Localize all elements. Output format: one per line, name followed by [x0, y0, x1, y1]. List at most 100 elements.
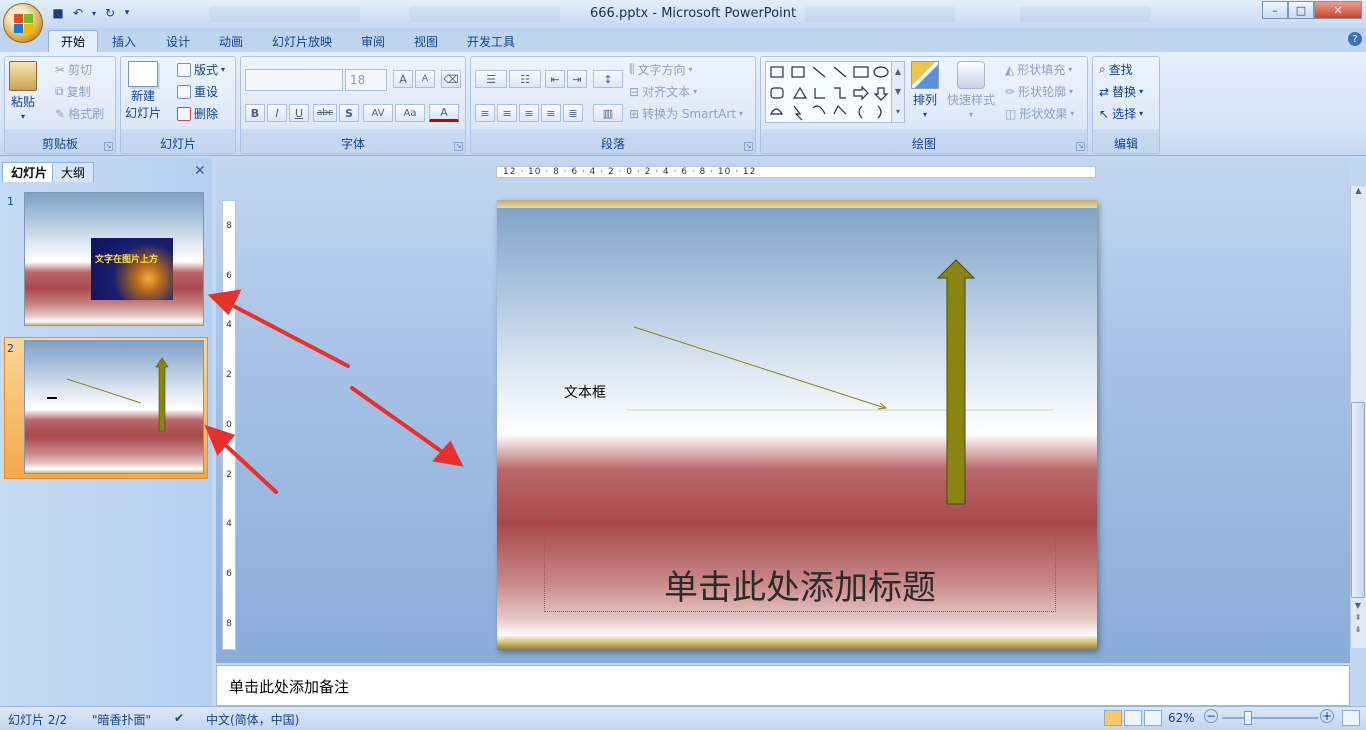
paste-button[interactable]: 粘贴 ▾ — [9, 61, 37, 121]
bullets-icon[interactable]: ☰ — [475, 70, 507, 88]
increase-indent-icon[interactable]: ⇥ — [567, 70, 587, 88]
replace-button[interactable]: ⇄ 替换 ▾ — [1099, 83, 1143, 100]
slide-sorter-icon[interactable] — [1124, 710, 1142, 726]
undo-icon[interactable]: ↶ — [70, 5, 86, 21]
dialog-launcher-icon[interactable]: ↘ — [454, 142, 463, 151]
tab-home[interactable]: 开始 — [48, 30, 99, 52]
tab-slides[interactable]: 幻灯片 — [2, 162, 57, 182]
cut-button[interactable]: ✂ 剪切 — [55, 61, 92, 78]
text-direction-button[interactable]: ⫼ 文字方向 ▾ — [629, 61, 693, 78]
tab-insert[interactable]: 插入 — [100, 30, 148, 52]
delete-slide-button[interactable]: 删除 — [177, 105, 218, 122]
slide[interactable]: 文本框 单击此处添加标题 — [497, 200, 1097, 650]
tab-developer[interactable]: 开发工具 — [455, 30, 527, 52]
minimize-button[interactable]: – — [1262, 1, 1288, 19]
scroll-up-icon[interactable]: ▲ — [1351, 186, 1366, 195]
select-button[interactable]: ↖ 选择 ▾ — [1099, 105, 1143, 122]
scrollbar-thumb[interactable] — [1351, 402, 1365, 598]
quick-styles-button[interactable]: 快速样式 ▾ — [947, 61, 995, 119]
slideshow-icon[interactable] — [1144, 710, 1162, 726]
up-arrow-shape[interactable] — [936, 259, 976, 505]
bold-button[interactable]: B — [245, 104, 265, 122]
language[interactable]: 中文(简体，中国) — [206, 711, 299, 728]
find-button[interactable]: ⌕ 查找 — [1099, 61, 1133, 78]
font-color-button[interactable]: A — [429, 104, 459, 122]
normal-view-icon[interactable] — [1104, 710, 1122, 726]
align-text-button[interactable]: ⊟ 对齐文本 ▾ — [629, 83, 697, 100]
arrange-button[interactable]: 排列 ▾ — [911, 61, 939, 119]
font-name-combo[interactable] — [245, 69, 343, 91]
gallery-scroll[interactable]: ▲ ▼ ▾ — [891, 61, 905, 123]
tab-design[interactable]: 设计 — [154, 30, 202, 52]
ruler-tick-label: 6 — [226, 270, 232, 281]
smartart-button[interactable]: ⊞ 转换为 SmartArt ▾ — [629, 105, 743, 122]
close-panel-icon[interactable]: ✕ — [194, 163, 206, 179]
font-size-combo[interactable]: 18 — [345, 69, 387, 91]
shape-fill-label: 形状填充 — [1017, 63, 1066, 77]
decrease-indent-icon[interactable]: ⇤ — [545, 70, 565, 88]
slide-thumbnail-1[interactable]: 文字在图片上方 — [24, 192, 204, 326]
tab-animations[interactable]: 动画 — [207, 30, 255, 52]
clear-format-icon[interactable]: ⌫ — [441, 70, 461, 88]
justify-icon[interactable]: ≡ — [541, 104, 561, 122]
shrink-font-button[interactable]: A — [415, 70, 435, 88]
slide-number: 1 — [7, 195, 14, 208]
title-placeholder[interactable]: 单击此处添加标题 — [544, 514, 1056, 612]
spellcheck-icon[interactable]: ✔ — [174, 711, 184, 725]
dialog-launcher-icon[interactable]: ↘ — [104, 142, 113, 151]
dropdown-arrow-icon[interactable]: ▾ — [90, 5, 98, 21]
status-bar: 幻灯片 2/2 "暗香扑面" ✔ 中文(简体，中国) 62% − + — [0, 706, 1366, 730]
distributed-icon[interactable]: ≣ — [563, 104, 583, 122]
format-painter-button[interactable]: ✎ 格式刷 — [55, 105, 104, 122]
zoom-slider-thumb[interactable] — [1244, 711, 1252, 725]
zoom-level[interactable]: 62% — [1168, 711, 1195, 725]
line-spacing-icon[interactable]: ↕ — [593, 70, 623, 88]
tab-view[interactable]: 视图 — [402, 30, 450, 52]
underline-button[interactable]: U — [289, 104, 309, 122]
maximize-button[interactable]: □ — [1288, 1, 1314, 19]
strikethrough-button[interactable]: abc — [313, 104, 337, 122]
layout-button[interactable]: 版式 ▾ — [177, 61, 225, 78]
line-arrow-shape[interactable] — [633, 326, 886, 409]
copy-button[interactable]: ⧉ 复制 — [55, 83, 91, 100]
reset-button[interactable]: 重设 — [177, 83, 218, 100]
zoom-in-button[interactable]: + — [1320, 709, 1334, 723]
dialog-launcher-icon[interactable]: ↘ — [744, 142, 753, 151]
shadow-button[interactable]: S — [339, 104, 359, 122]
new-slide-button[interactable]: 新建 幻灯片 — [125, 61, 161, 121]
tab-slideshow[interactable]: 幻灯片放映 — [260, 30, 344, 52]
tab-outline[interactable]: 大纲 — [52, 162, 95, 182]
grow-font-button[interactable]: A — [393, 70, 413, 88]
zoom-slider-track[interactable] — [1222, 717, 1318, 719]
change-case-button[interactable]: Aa — [395, 104, 425, 122]
shapes-gallery[interactable] — [765, 61, 905, 123]
char-spacing-button[interactable]: AV — [363, 104, 393, 122]
customize-icon[interactable]: ▾ — [122, 5, 132, 21]
shape-fill-button[interactable]: ◭ 形状填充 ▾ — [1005, 61, 1072, 78]
textbox[interactable]: 文本框 — [564, 382, 606, 402]
save-icon[interactable]: ■ — [50, 5, 66, 21]
close-button[interactable]: ✕ — [1314, 1, 1362, 19]
redo-icon[interactable]: ↻ — [102, 5, 118, 21]
fit-to-window-icon[interactable] — [1342, 710, 1360, 726]
shape-outline-button[interactable]: ✏ 形状轮廓 ▾ — [1005, 83, 1073, 100]
dialog-launcher-icon[interactable]: ↘ — [1076, 142, 1085, 151]
numbering-icon[interactable]: ☷ — [509, 70, 541, 88]
slide-thumbnail-2[interactable] — [24, 340, 204, 474]
zoom-out-button[interactable]: − — [1204, 709, 1218, 723]
shape-effects-button[interactable]: ◫ 形状效果 ▾ — [1005, 105, 1074, 122]
italic-button[interactable]: I — [267, 104, 287, 122]
align-right-icon[interactable]: ≡ — [519, 104, 539, 122]
group-label: 绘图 — [911, 137, 936, 151]
clipboard-icon — [9, 61, 37, 91]
help-icon[interactable]: ? — [1348, 32, 1362, 46]
dropdown-arrow-icon: ▾ — [1139, 109, 1144, 118]
tab-review[interactable]: 审阅 — [349, 30, 397, 52]
align-center-icon[interactable]: ≡ — [497, 104, 517, 122]
reset-label: 重设 — [194, 85, 219, 99]
notes-pane[interactable]: 单击此处添加备注 — [216, 665, 1350, 706]
columns-icon[interactable]: ▥ — [593, 104, 623, 122]
align-left-icon[interactable]: ≡ — [475, 104, 495, 122]
office-button[interactable] — [3, 3, 43, 43]
scroll-down-icon[interactable]: ▼ ⇞ ⇟ — [1351, 600, 1365, 636]
